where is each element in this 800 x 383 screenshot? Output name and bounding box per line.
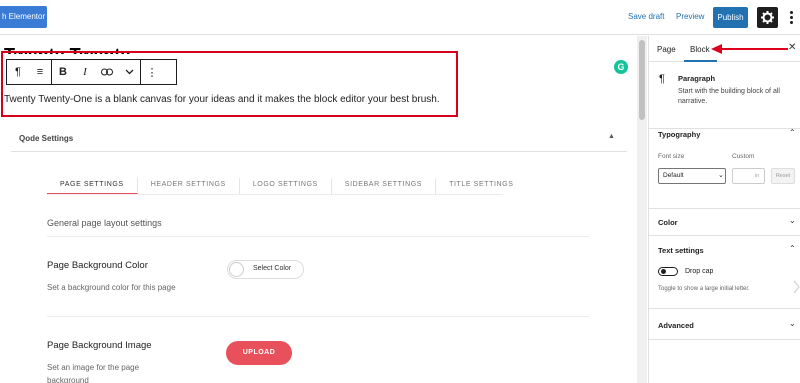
color-panel-title[interactable]: Color	[658, 218, 678, 227]
tabs-divider	[47, 194, 503, 195]
text-settings-panel-title[interactable]: Text settings	[658, 246, 704, 255]
chevron-down-icon[interactable]: ⌄	[789, 216, 796, 225]
block-name: Paragraph	[678, 74, 716, 83]
panel-divider	[649, 339, 800, 340]
bg-image-label: Page Background Image	[47, 340, 152, 351]
dot	[789, 11, 793, 14]
chevron-down-icon: ⌄	[718, 172, 724, 179]
font-size-select[interactable]: Default ⌄	[658, 168, 726, 184]
chevron-up-icon[interactable]: ⌃	[789, 128, 796, 137]
qode-settings-title: Qode Settings	[19, 134, 74, 143]
font-size-label: Font size	[658, 153, 685, 160]
panel-divider	[649, 308, 800, 309]
reset-button[interactable]: Reset	[771, 168, 795, 184]
editor-topbar: h Elementor Save draft Preview Publish	[0, 0, 800, 35]
drop-cap-label: Drop cap	[685, 268, 714, 275]
custom-size-unit: in	[755, 173, 759, 179]
custom-size-input[interactable]: in	[732, 168, 765, 184]
tab-header-settings[interactable]: HEADER SETTINGS	[138, 178, 240, 194]
editor-scrollbar-thumb[interactable]	[639, 40, 645, 120]
annotation-arrow-line	[720, 48, 788, 50]
chevron-up-icon[interactable]: ⌃	[789, 244, 796, 253]
close-icon[interactable]: ✕	[788, 42, 796, 53]
collapse-caret-icon[interactable]: ▲	[608, 133, 615, 140]
font-size-select-value: Default	[663, 172, 684, 179]
gear-icon	[761, 11, 774, 24]
section-heading: General page layout settings	[47, 218, 162, 228]
settings-button[interactable]	[757, 7, 778, 28]
typography-panel-title[interactable]: Typography	[658, 130, 700, 139]
paragraph-icon: ¶	[659, 73, 665, 85]
tab-title-settings[interactable]: TITLE SETTINGS	[436, 178, 526, 194]
qode-tabs: PAGE SETTINGS HEADER SETTINGS LOGO SETTI…	[47, 178, 527, 194]
dot	[789, 16, 793, 19]
bg-image-desc-line2: background	[47, 376, 89, 383]
annotation-arrow-head	[711, 44, 722, 54]
settings-sidebar: Page Block ✕ ¶ Paragraph Start with the …	[648, 36, 800, 383]
qode-settings-header[interactable]: Qode Settings ▲	[11, 125, 627, 152]
block-card: ¶ Paragraph Start with the building bloc…	[649, 63, 800, 129]
annotation-highlight-box	[1, 51, 458, 117]
color-swatch	[229, 262, 244, 277]
panel-divider	[649, 208, 800, 209]
sidebar-resize-handle[interactable]	[793, 280, 800, 294]
tab-page[interactable]: Page	[657, 45, 676, 54]
tab-logo-settings[interactable]: LOGO SETTINGS	[240, 178, 332, 194]
bg-image-desc-line1: Set an image for the page	[47, 363, 140, 372]
drop-cap-help: Toggle to show a large initial letter.	[658, 286, 750, 292]
divider	[47, 316, 589, 317]
block-description: Start with the building block of all nar…	[678, 88, 780, 105]
save-draft-link[interactable]: Save draft	[628, 12, 664, 21]
tab-block[interactable]: Block	[690, 45, 710, 54]
chevron-down-icon[interactable]: ⌄	[789, 319, 796, 328]
grammarly-icon[interactable]: G	[614, 60, 628, 74]
edit-with-elementor-button[interactable]: h Elementor	[0, 6, 47, 28]
upload-button[interactable]: UPLOAD	[226, 341, 292, 365]
select-color-label: Select Color	[253, 265, 292, 272]
preview-link[interactable]: Preview	[676, 12, 704, 21]
tab-page-settings[interactable]: PAGE SETTINGS	[47, 178, 138, 194]
bg-color-label: Page Background Color	[47, 260, 148, 271]
active-tab-indicator	[684, 60, 717, 62]
select-color-button[interactable]: Select Color	[227, 260, 304, 279]
tab-sidebar-settings[interactable]: SIDEBAR SETTINGS	[332, 178, 437, 194]
dot	[789, 21, 793, 24]
custom-size-label: Custom	[732, 153, 755, 160]
drop-cap-toggle[interactable]	[658, 267, 678, 276]
divider	[47, 236, 589, 237]
toggle-knob	[661, 269, 666, 274]
panel-divider	[649, 235, 800, 236]
more-options-button[interactable]	[786, 9, 796, 26]
advanced-panel-title[interactable]: Advanced	[658, 321, 694, 330]
publish-button[interactable]: Publish	[713, 7, 748, 28]
bg-color-desc: Set a background color for this page	[47, 283, 176, 292]
